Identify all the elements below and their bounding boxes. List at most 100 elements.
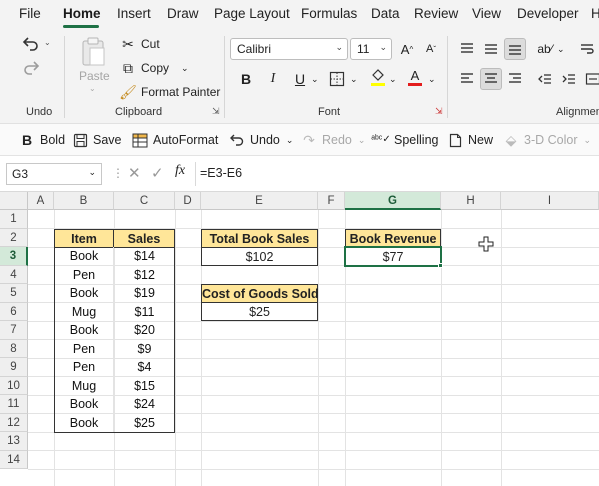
paste-dropdown-icon[interactable]: ⌄ xyxy=(89,84,96,93)
align-center-icon[interactable] xyxy=(480,68,502,90)
qat-bold-button[interactable]: B Bold xyxy=(18,131,65,149)
underline-button[interactable]: U xyxy=(289,68,311,90)
table-cell-item[interactable]: Mug xyxy=(54,377,114,396)
qat-save-button[interactable]: Save xyxy=(71,131,122,149)
increase-indent-icon[interactable] xyxy=(558,68,580,90)
font-name-select[interactable]: Calibri ⌄ xyxy=(230,38,348,60)
align-middle-icon[interactable] xyxy=(480,38,502,60)
qat-autoformat-button[interactable]: AutoFormat xyxy=(131,131,218,149)
decrease-font-size-icon[interactable]: Aˇ xyxy=(420,38,442,60)
qat-undo-button[interactable]: Undo ⌄ xyxy=(228,131,293,149)
table-cell-sales[interactable]: $9 xyxy=(114,340,175,359)
column-header-b[interactable]: B xyxy=(54,192,114,210)
select-all-corner[interactable] xyxy=(0,192,28,210)
paste-icon[interactable] xyxy=(78,36,108,66)
table-cell-item[interactable]: Pen xyxy=(54,266,114,285)
menu-review[interactable]: Review xyxy=(414,6,458,21)
insert-function-icon[interactable]: fx xyxy=(175,163,185,179)
column-header-e[interactable]: E xyxy=(201,192,318,210)
table-cell-item[interactable]: Book xyxy=(54,321,114,340)
worksheet-grid[interactable]: A B C D E F G H I 1 2 3 4 5 6 7 8 9 10 1… xyxy=(0,192,599,486)
italic-button[interactable]: I xyxy=(262,68,284,90)
table-cell-sales[interactable]: $11 xyxy=(114,303,175,322)
row-header-10[interactable]: 10 xyxy=(0,376,28,395)
table-cell-item[interactable]: Pen xyxy=(54,340,114,359)
fill-color-icon[interactable] xyxy=(367,66,389,88)
chevron-down-icon[interactable]: ⌄ xyxy=(557,44,565,55)
borders-icon[interactable] xyxy=(326,68,348,90)
undo-icon[interactable] xyxy=(20,32,42,54)
total-book-sales-value[interactable]: $102 xyxy=(201,246,318,266)
table-cell-sales[interactable]: $4 xyxy=(114,358,175,377)
menu-view[interactable]: View xyxy=(472,6,501,21)
redo-icon[interactable] xyxy=(20,56,42,78)
row-header-12[interactable]: 12 xyxy=(0,413,28,432)
table-cell-item[interactable]: Book xyxy=(54,247,114,266)
undo-dropdown-icon[interactable]: ⌄ xyxy=(44,38,51,47)
menu-insert[interactable]: Insert xyxy=(117,6,151,21)
menu-page-layout[interactable]: Page Layout xyxy=(214,6,290,21)
table-cell-sales[interactable]: $24 xyxy=(114,395,175,414)
column-header-h[interactable]: H xyxy=(441,192,501,210)
format-painter-button[interactable]: 🖌 Format Painter xyxy=(119,83,220,101)
column-header-g[interactable]: G xyxy=(345,192,441,210)
column-header-i[interactable]: I xyxy=(501,192,599,210)
menu-developer[interactable]: Developer xyxy=(517,6,579,21)
table-header-item[interactable]: Item xyxy=(54,228,114,248)
row-header-7[interactable]: 7 xyxy=(0,321,28,340)
row-header-4[interactable]: 4 xyxy=(0,265,28,284)
row-header-9[interactable]: 9 xyxy=(0,358,28,377)
qat-new-button[interactable]: New xyxy=(446,131,493,149)
cancel-icon[interactable]: ✕ xyxy=(128,164,141,182)
table-cell-item[interactable]: Book xyxy=(54,284,114,303)
orientation-icon[interactable]: ab⁄ xyxy=(534,38,556,60)
name-box[interactable]: G3 ⌄ xyxy=(6,163,102,185)
enter-icon[interactable]: ✓ xyxy=(151,164,164,182)
font-size-select[interactable]: 11 ⌄ xyxy=(350,38,392,60)
row-header-5[interactable]: 5 xyxy=(0,284,28,303)
table-cell-sales[interactable]: $14 xyxy=(114,247,175,266)
column-header-a[interactable]: A xyxy=(28,192,54,210)
row-header-1[interactable]: 1 xyxy=(0,210,28,229)
row-header-14[interactable]: 14 xyxy=(0,450,28,469)
wrap-text-icon[interactable] xyxy=(576,38,598,60)
qat-3d-color-button[interactable]: ⬙ 3-D Color ⌄ xyxy=(502,131,591,149)
align-top-icon[interactable] xyxy=(456,38,478,60)
menu-formulas[interactable]: Formulas xyxy=(301,6,357,21)
column-header-d[interactable]: D xyxy=(175,192,201,210)
menu-file[interactable]: File xyxy=(19,6,41,21)
table-cell-sales[interactable]: $19 xyxy=(114,284,175,303)
table-cell-sales[interactable]: $12 xyxy=(114,266,175,285)
copy-button[interactable]: ⧉ Copy ⌄ xyxy=(119,59,189,77)
book-revenue-label[interactable]: Book Revenue xyxy=(345,228,441,248)
align-bottom-icon[interactable] xyxy=(504,38,526,60)
increase-font-size-icon[interactable]: A ^ xyxy=(396,38,418,60)
row-header-13[interactable]: 13 xyxy=(0,432,28,451)
paste-label[interactable]: Paste xyxy=(79,69,110,83)
chevron-down-icon[interactable]: ⌄ xyxy=(311,74,319,85)
row-header-2[interactable]: 2 xyxy=(0,228,28,247)
bold-button[interactable]: B xyxy=(235,68,257,90)
table-cell-sales[interactable]: $25 xyxy=(114,414,175,433)
cogs-label[interactable]: Cost of Goods Sold xyxy=(201,284,319,303)
cut-button[interactable]: ✂ Cut xyxy=(119,35,160,53)
menu-data[interactable]: Data xyxy=(371,6,400,21)
qat-redo-button[interactable]: ↷ Redo ⌄ xyxy=(300,131,365,149)
dialog-launcher-icon[interactable]: ⇲ xyxy=(435,106,443,117)
menu-help[interactable]: H xyxy=(591,6,599,21)
row-header-3[interactable]: 3 xyxy=(0,247,28,266)
dialog-launcher-icon[interactable]: ⇲ xyxy=(212,106,220,117)
table-cell-item[interactable]: Book xyxy=(54,414,114,433)
formula-input[interactable]: =E3-E6 xyxy=(200,166,242,180)
more-options-icon[interactable]: ⋮ xyxy=(112,166,124,180)
table-header-sales[interactable]: Sales xyxy=(113,228,175,248)
table-cell-item[interactable]: Book xyxy=(54,395,114,414)
chevron-down-icon[interactable]: ⌄ xyxy=(350,74,358,85)
book-revenue-value[interactable]: $77 xyxy=(345,246,441,266)
chevron-down-icon[interactable]: ⌄ xyxy=(428,74,436,85)
row-header-6[interactable]: 6 xyxy=(0,302,28,321)
table-cell-item[interactable]: Pen xyxy=(54,358,114,377)
table-cell-sales[interactable]: $20 xyxy=(114,321,175,340)
column-header-f[interactable]: F xyxy=(318,192,345,210)
font-color-icon[interactable]: A xyxy=(404,66,426,88)
